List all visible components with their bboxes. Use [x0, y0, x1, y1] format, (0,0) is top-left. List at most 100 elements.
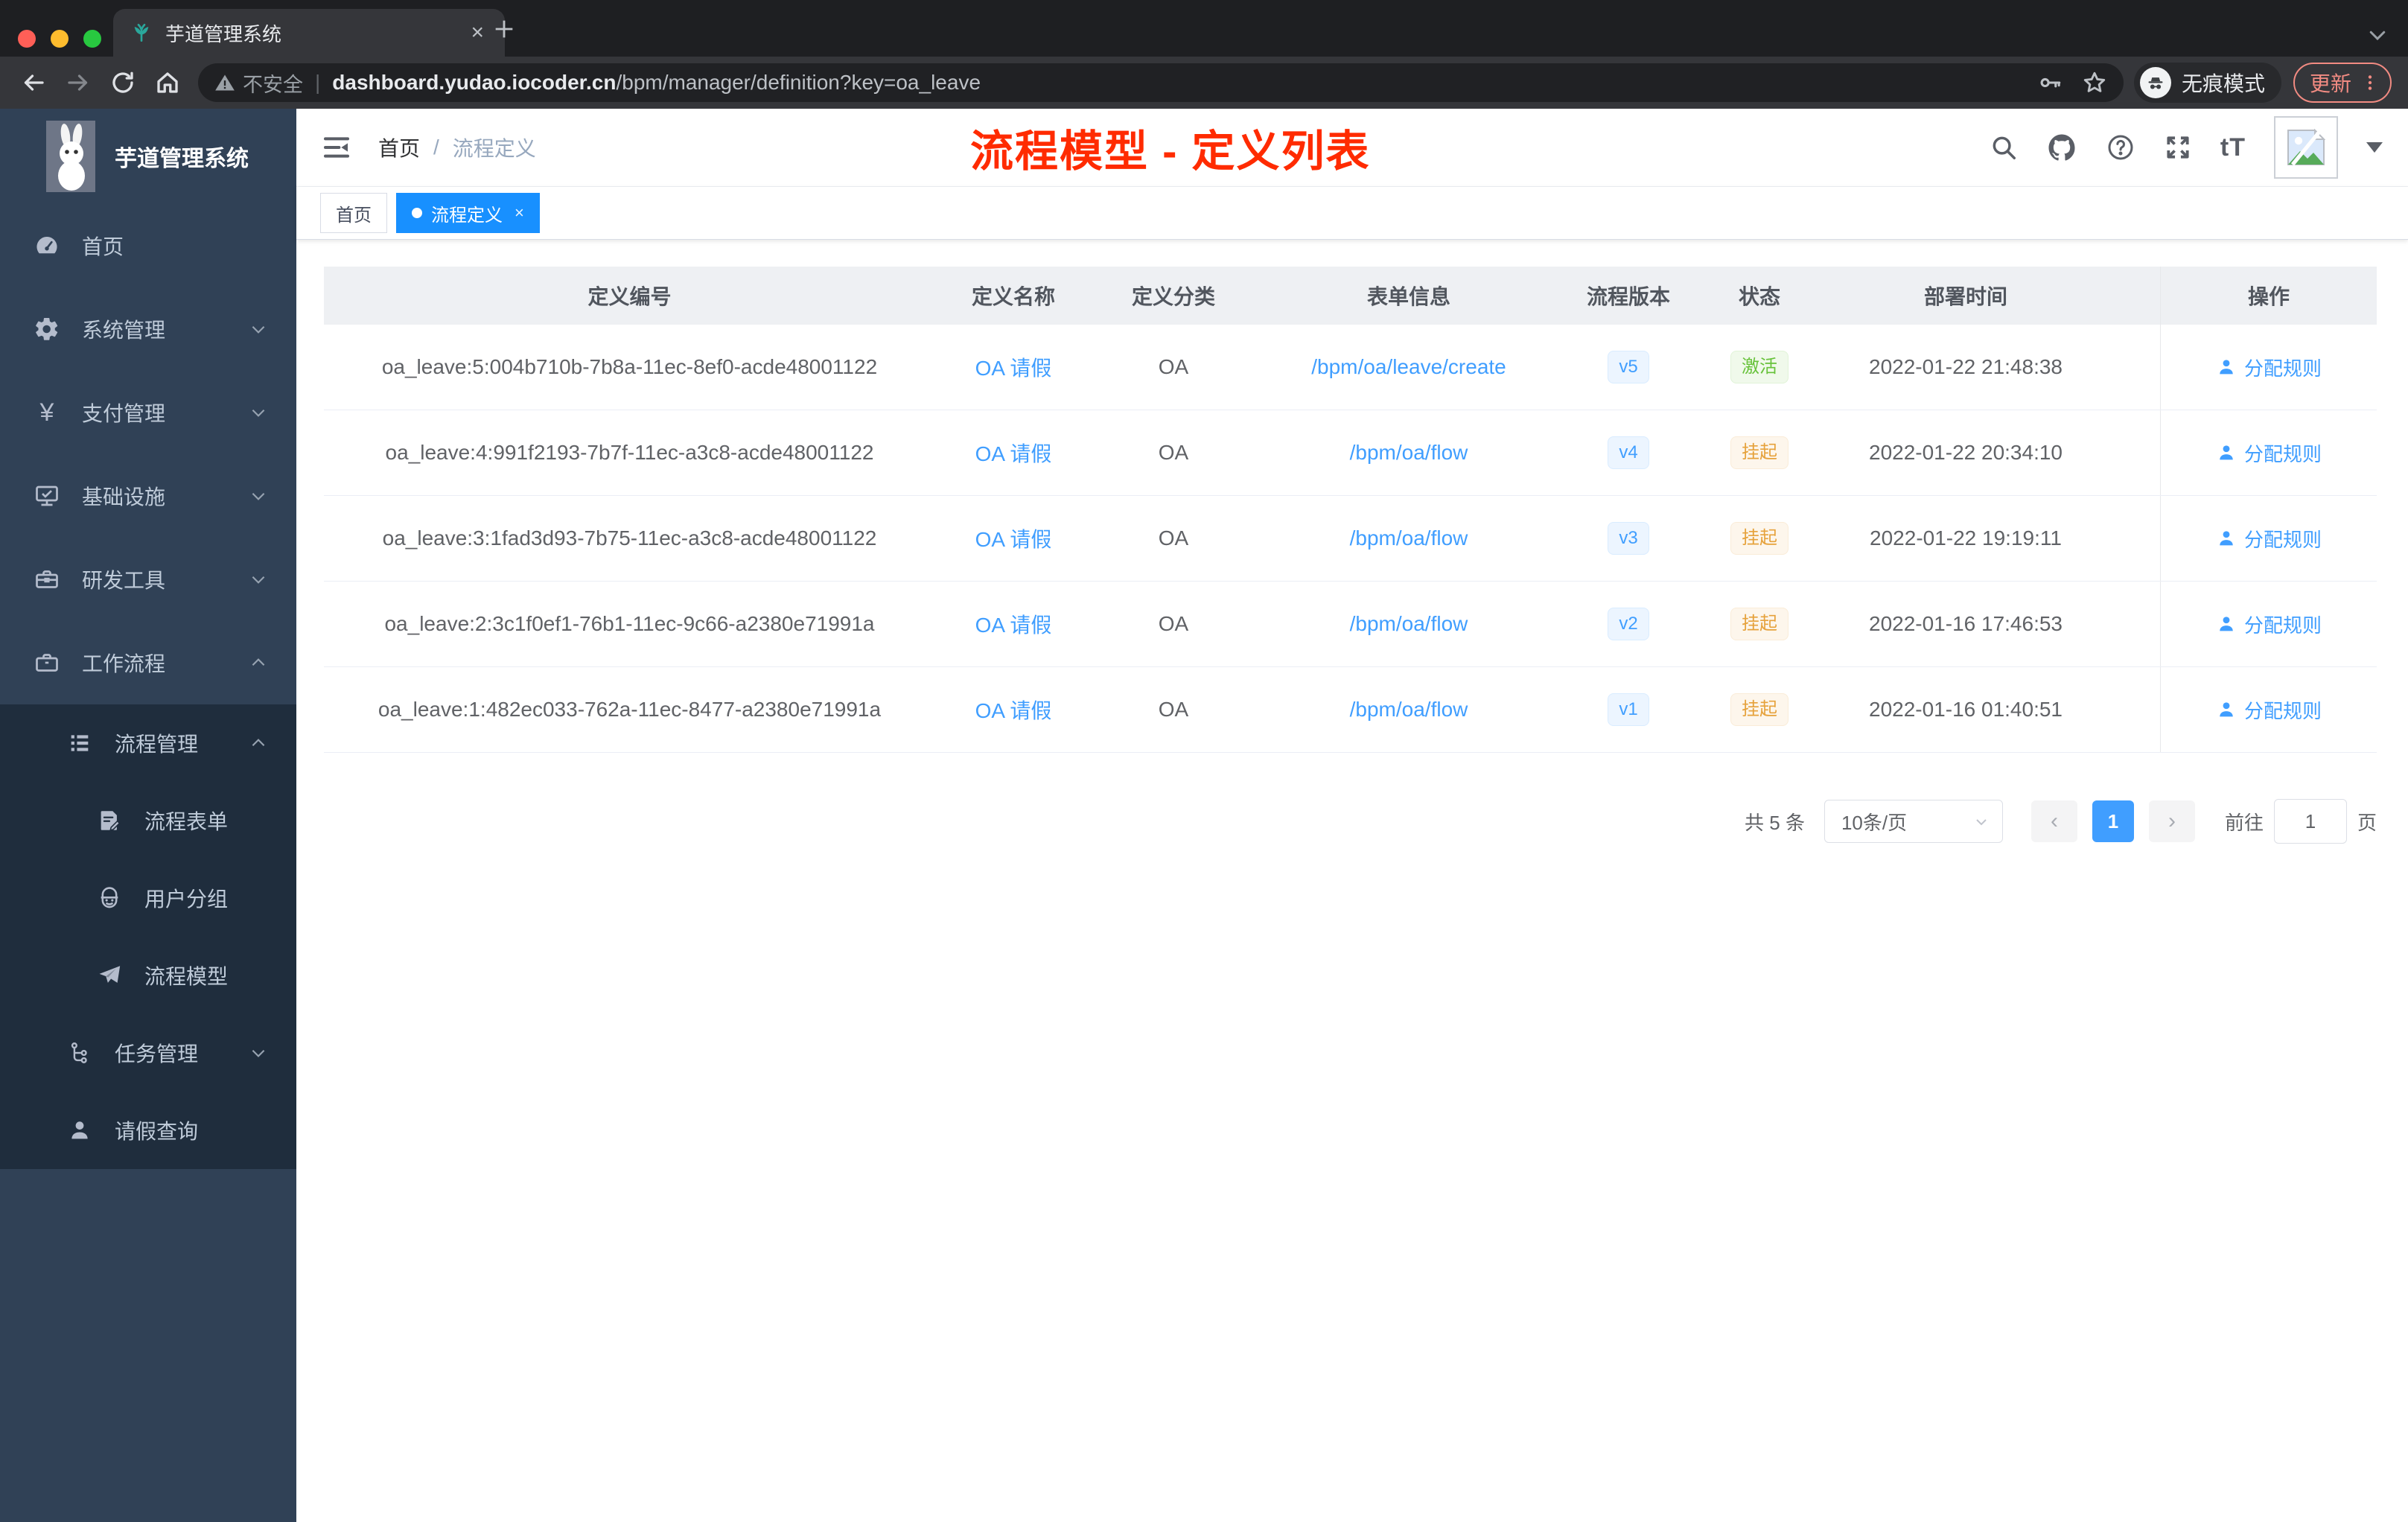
cell-definition-id: oa_leave:3:1fad3d93-7b75-11ec-a3c8-acde4…	[382, 526, 877, 550]
status-tag: 挂起	[1730, 692, 1789, 727]
window-zoom-button[interactable]	[83, 30, 101, 48]
address-bar[interactable]: 不安全 | dashboard.yudao.iocoder.cn/bpm/man…	[198, 63, 2124, 102]
sidebar-item-user-group[interactable]: 用户分组	[0, 859, 296, 937]
url-text: dashboard.yudao.iocoder.cn/bpm/manager/d…	[332, 71, 981, 95]
reload-button[interactable]	[106, 66, 140, 100]
sidebar-item-system[interactable]: 系统管理	[0, 287, 296, 371]
status-tag: 挂起	[1730, 521, 1789, 555]
sidebar-item-label: 研发工具	[82, 569, 166, 592]
cell-deploy-time: 2022-01-22 21:48:38	[1869, 355, 2063, 378]
password-key-icon[interactable]	[2037, 70, 2063, 95]
favicon-plant-icon	[130, 21, 153, 45]
forward-button[interactable]	[61, 66, 95, 100]
org-tree-icon	[66, 1039, 94, 1067]
definition-name-link[interactable]: OA 请假	[975, 442, 1052, 465]
robot-face-icon	[95, 884, 124, 912]
table-row: oa_leave:2:3c1f0ef1-76b1-11ec-9c66-a2380…	[324, 582, 2377, 667]
sidebar-item-label: 任务管理	[115, 1042, 199, 1066]
breadcrumb-home[interactable]: 首页	[378, 133, 420, 162]
sidebar-item-dev-tools[interactable]: 研发工具	[0, 538, 296, 621]
definition-name-link[interactable]: OA 请假	[975, 528, 1052, 551]
font-size-icon[interactable]: tT	[2220, 133, 2246, 162]
definition-name-link[interactable]: OA 请假	[975, 357, 1052, 380]
sidebar-collapse-icon[interactable]	[322, 133, 351, 162]
new-tab-button[interactable]	[491, 16, 517, 42]
sidebar-item-leave-query[interactable]: 请假查询	[0, 1092, 296, 1169]
yen-icon: ¥	[39, 398, 54, 427]
table-row: oa_leave:1:482ec033-762a-11ec-8477-a2380…	[324, 667, 2377, 753]
next-page-button[interactable]: ›	[2148, 800, 2195, 842]
search-icon[interactable]	[1990, 133, 2018, 162]
chevron-down-icon	[249, 1043, 268, 1063]
window-minimize-button[interactable]	[51, 30, 69, 48]
cell-definition-id: oa_leave:4:991f2193-7b7f-11ec-a3c8-acde4…	[385, 441, 874, 464]
tab-close-icon[interactable]: ×	[466, 20, 488, 45]
cell-category: OA	[1158, 526, 1189, 550]
user-icon	[2220, 617, 2233, 631]
window-close-button[interactable]	[18, 30, 36, 48]
definition-table: 定义编号 定义名称 定义分类 表单信息 流程版本 状态 部署时间 操作 oa_l…	[324, 267, 2377, 753]
sidebar-item-workflow[interactable]: 工作流程	[0, 621, 296, 704]
goto-label: 前往	[2224, 811, 2264, 834]
active-dot	[412, 208, 422, 218]
home-button[interactable]	[150, 66, 185, 100]
dashboard-icon	[33, 232, 61, 260]
cell-category: OA	[1158, 612, 1189, 635]
tag-close-icon[interactable]: ×	[515, 203, 524, 223]
form-link[interactable]: /bpm/oa/flow	[1350, 441, 1468, 464]
avatar-dropdown-caret-icon[interactable]	[2366, 142, 2383, 153]
user-avatar-broken-image[interactable]	[2274, 116, 2338, 179]
sidebar-logo: 芋道管理系统	[0, 109, 296, 204]
sidebar-item-task-management[interactable]: 任务管理	[0, 1014, 296, 1092]
assign-rule-link[interactable]: 分配规则	[2216, 439, 2322, 467]
sidebar-item-home[interactable]: 首页	[0, 204, 296, 287]
sidebar-item-process-management[interactable]: 流程管理	[0, 704, 296, 782]
sidebar-item-label: 流程表单	[144, 810, 229, 833]
column-header-name: 定义名称	[971, 285, 1055, 308]
help-icon[interactable]	[2106, 133, 2135, 162]
form-link[interactable]: /bpm/oa/flow	[1350, 612, 1468, 635]
form-link[interactable]: /bpm/oa/flow	[1350, 526, 1468, 550]
sidebar-item-process-model[interactable]: 流程模型	[0, 937, 296, 1014]
assign-rule-link[interactable]: 分配规则	[2216, 354, 2322, 381]
version-tag: v3	[1608, 521, 1649, 555]
tab-search-chevron-icon[interactable]	[2366, 24, 2389, 46]
browser-tab[interactable]: 芋道管理系统 ×	[113, 9, 505, 57]
table-row: oa_leave:4:991f2193-7b7f-11ec-a3c8-acde4…	[324, 410, 2377, 496]
assign-rule-link[interactable]: 分配规则	[2216, 696, 2322, 724]
definition-name-link[interactable]: OA 请假	[975, 614, 1052, 637]
monitor-icon	[33, 482, 61, 510]
assign-rule-link[interactable]: 分配规则	[2216, 525, 2322, 553]
sidebar-item-process-form[interactable]: 流程表单	[0, 782, 296, 859]
incognito-label: 无痕模式	[2181, 72, 2265, 95]
incognito-icon	[2139, 67, 2171, 98]
status-tag: 挂起	[1730, 436, 1789, 470]
tag-tab-home[interactable]: 首页	[320, 193, 387, 233]
form-edit-icon	[95, 806, 124, 835]
user-icon	[2220, 702, 2233, 717]
goto-page-input[interactable]	[2273, 799, 2347, 844]
current-page-button[interactable]: 1	[2092, 800, 2134, 842]
tag-tab-label: 流程定义	[431, 205, 503, 226]
form-link[interactable]: /bpm/oa/flow	[1350, 698, 1468, 721]
assign-rule-link[interactable]: 分配规则	[2216, 611, 2322, 638]
sidebar-item-payment[interactable]: ¥ 支付管理	[0, 371, 296, 454]
github-icon[interactable]	[2046, 132, 2077, 163]
security-warning-chip[interactable]: 不安全	[214, 69, 303, 98]
page-size-select[interactable]: 10条/页	[1823, 800, 2003, 843]
sidebar-item-label: 支付管理	[82, 402, 166, 425]
sidebar-item-label: 流程管理	[115, 733, 199, 756]
sidebar-item-infrastructure[interactable]: 基础设施	[0, 454, 296, 538]
bookmark-star-icon[interactable]	[2082, 70, 2107, 95]
browser-update-button[interactable]: 更新	[2293, 63, 2392, 103]
tag-tab-process-definition[interactable]: 流程定义 ×	[396, 193, 540, 233]
column-header-version: 流程版本	[1586, 285, 1670, 308]
gear-icon	[33, 315, 61, 343]
definition-name-link[interactable]: OA 请假	[975, 699, 1052, 722]
back-button[interactable]	[16, 66, 51, 100]
table-row: oa_leave:3:1fad3d93-7b75-11ec-a3c8-acde4…	[324, 496, 2377, 582]
prev-page-button[interactable]: ‹	[2030, 800, 2077, 842]
fullscreen-icon[interactable]	[2164, 133, 2192, 162]
form-link[interactable]: /bpm/oa/leave/create	[1311, 355, 1506, 378]
top-navbar: 首页 / 流程定义 流程模型 - 定义列表 tT	[296, 109, 2408, 187]
